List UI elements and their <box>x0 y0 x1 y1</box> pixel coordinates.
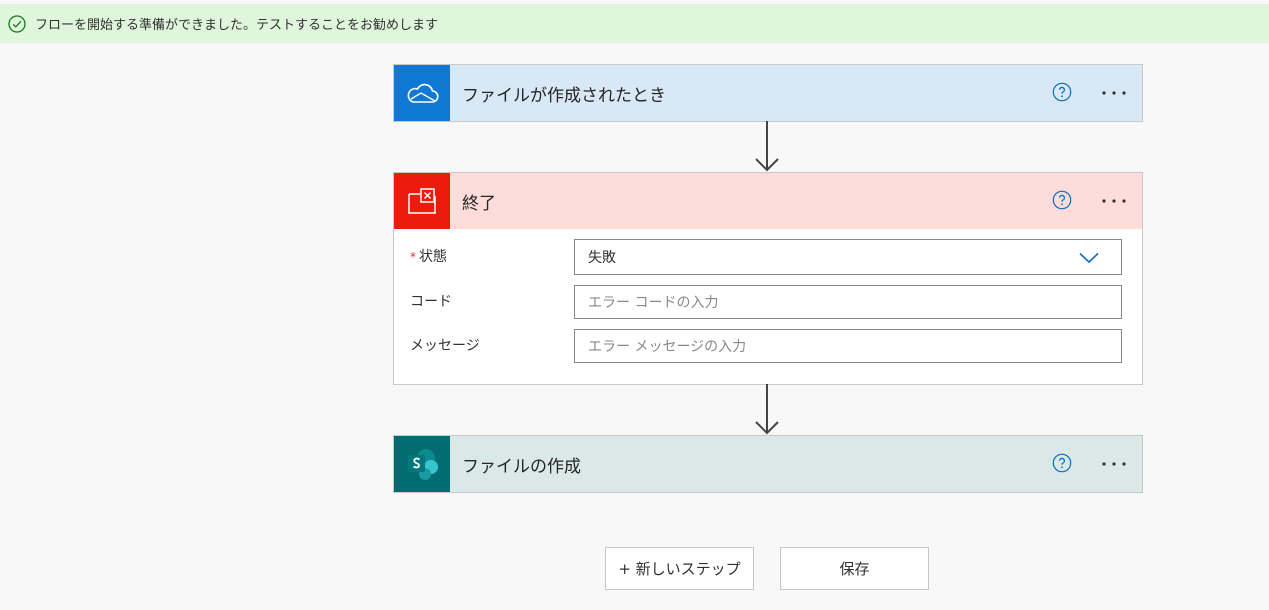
checkmark-circle-icon <box>8 14 26 33</box>
chevron-down-icon <box>1079 252 1099 264</box>
code-label: コード <box>410 294 452 310</box>
banner-message: フローを開始する準備ができました。テストすることをお勧めします <box>35 18 439 33</box>
code-input[interactable]: エラー コードの入力 <box>574 285 1122 319</box>
new-step-button[interactable]: + 新しいステップ <box>605 547 754 590</box>
step-header[interactable]: ファイルが作成されたとき <box>394 65 1142 121</box>
step-title: ファイルの作成 <box>462 456 581 477</box>
more-options-icon[interactable] <box>1100 90 1128 96</box>
terminate-step-card[interactable]: 終了 * 状態 失敗 コード エラー コードの入力 メッセージ エラー メッセー… <box>393 172 1143 385</box>
terminate-icon <box>394 173 450 229</box>
status-label: * 状態 <box>410 249 447 265</box>
step-header[interactable]: ファイルの作成 <box>394 436 1142 492</box>
trigger-step-card[interactable]: ファイルが作成されたとき <box>393 64 1143 122</box>
status-dropdown[interactable]: 失敗 <box>574 239 1122 275</box>
help-icon[interactable] <box>1052 190 1074 212</box>
create-file-step-card[interactable]: ファイルの作成 <box>393 435 1143 493</box>
status-row: * 状態 失敗 <box>394 239 1142 275</box>
onedrive-cloud-icon <box>394 65 450 121</box>
help-icon[interactable] <box>1052 453 1074 475</box>
step-header[interactable]: 終了 <box>394 173 1142 229</box>
sharepoint-icon <box>394 436 450 492</box>
code-row: コード エラー コードの入力 <box>394 285 1142 321</box>
message-row: メッセージ エラー メッセージの入力 <box>394 329 1142 365</box>
status-value: 失敗 <box>588 250 616 266</box>
down-arrow-icon <box>755 121 779 172</box>
help-icon[interactable] <box>1052 82 1074 104</box>
more-options-icon[interactable] <box>1100 461 1128 467</box>
down-arrow-icon <box>755 384 779 435</box>
step-title: ファイルが作成されたとき <box>462 85 666 106</box>
message-label: メッセージ <box>410 338 480 354</box>
success-banner: フローを開始する準備ができました。テストすることをお勧めします <box>0 4 1269 43</box>
step-title: 終了 <box>462 193 496 214</box>
more-options-icon[interactable] <box>1100 198 1128 204</box>
save-button[interactable]: 保存 <box>780 547 929 590</box>
message-input[interactable]: エラー メッセージの入力 <box>574 329 1122 363</box>
